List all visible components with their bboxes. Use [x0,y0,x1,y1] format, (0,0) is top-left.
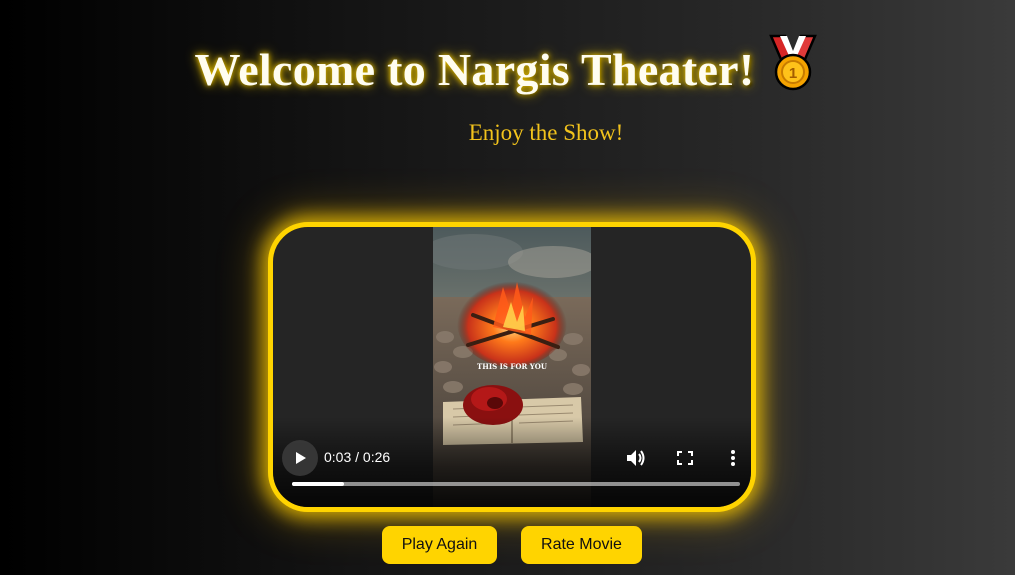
svg-text:1: 1 [788,65,796,82]
play-icon [296,452,306,464]
page-title: Welcome to Nargis Theater! [194,44,755,95]
page-subtitle: Enjoy the Show! [468,120,624,145]
video-progress-fill [292,482,344,486]
fullscreen-icon [677,451,693,465]
volume-button[interactable] [625,448,647,468]
title-row: Welcome to Nargis Theater! 1 [0,34,1015,112]
more-options-icon [731,450,735,466]
more-options-button[interactable] [722,448,744,468]
fullscreen-button[interactable] [674,448,696,468]
video-overlay-caption: THIS IS FOR YOU [477,362,547,371]
time-display: 0:03 / 0:26 [324,449,391,465]
volume-icon [627,450,645,466]
play-button[interactable] [282,440,318,476]
rate-movie-button[interactable]: Rate Movie [521,526,642,564]
video-player[interactable]: THIS IS FOR YOU 0:03 / 0:26 [268,222,756,512]
sports-medal-icon: 1 [765,34,821,97]
video-progress-bar[interactable] [292,482,740,486]
play-again-button[interactable]: Play Again [382,526,497,564]
